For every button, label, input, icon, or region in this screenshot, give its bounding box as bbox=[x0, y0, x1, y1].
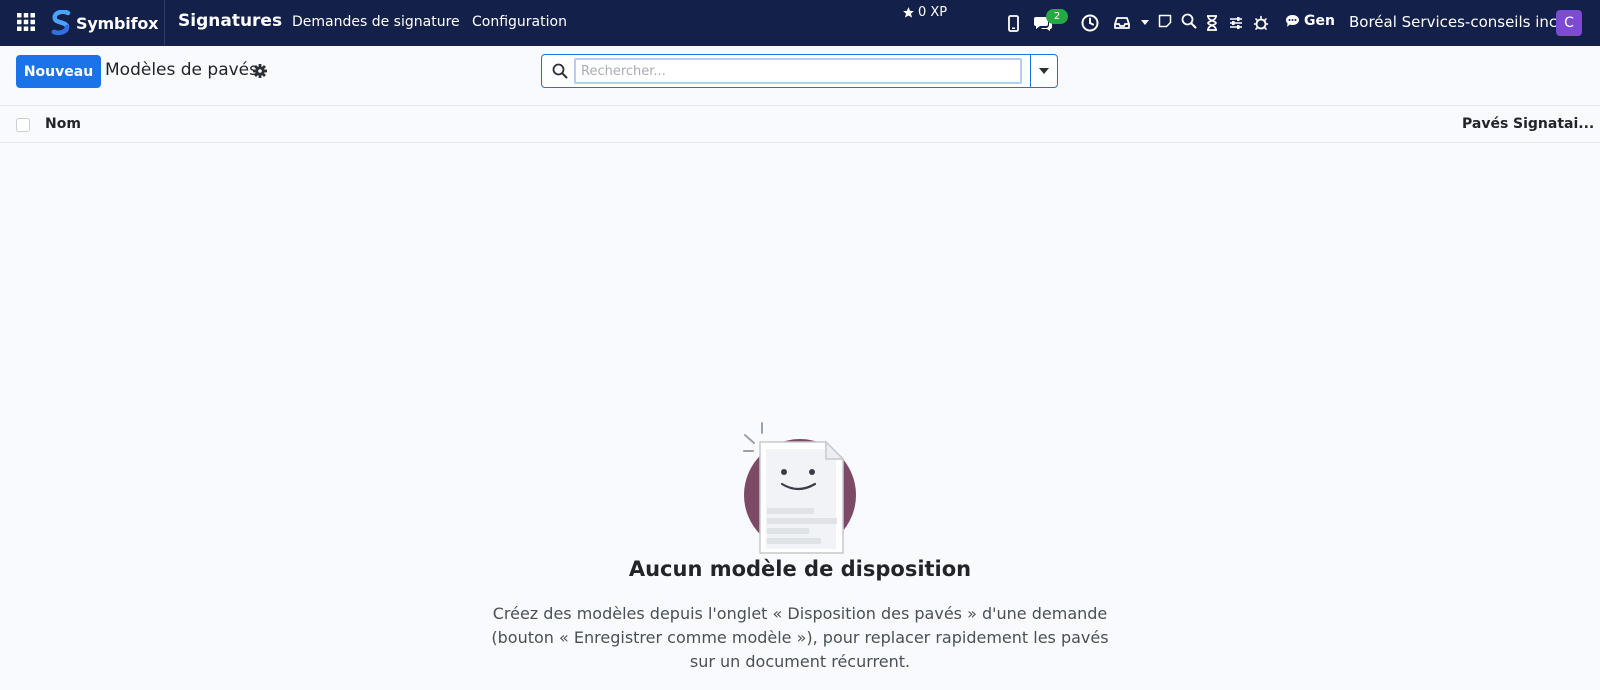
inbox-icon[interactable] bbox=[1113, 13, 1131, 33]
empty-state-text: Créez des modèles depuis l'onglet « Disp… bbox=[491, 604, 1109, 671]
star-icon bbox=[903, 7, 914, 18]
xp-indicator[interactable]: 0 XP bbox=[902, 5, 947, 20]
gear-icon[interactable] bbox=[252, 63, 268, 79]
caret-down-icon[interactable] bbox=[1140, 13, 1150, 31]
caret-down-icon bbox=[1039, 68, 1049, 74]
list-header: Nom Pavés Signatai... bbox=[0, 105, 1600, 143]
top-navbar: Symbifox Signatures Demandes de signatur… bbox=[0, 0, 1600, 46]
empty-document-illustration bbox=[740, 415, 860, 555]
messages-badge: 2 bbox=[1046, 9, 1068, 24]
new-button[interactable]: Nouveau bbox=[16, 55, 101, 88]
xp-label: 0 XP bbox=[918, 5, 948, 20]
gen-label: Gen bbox=[1304, 13, 1335, 29]
column-header-paves[interactable]: Pavés bbox=[1462, 116, 1508, 132]
hourglass-icon[interactable] bbox=[1205, 13, 1219, 33]
page-title: Modèles de pavés bbox=[105, 60, 258, 80]
empty-state-title: Aucun modèle de disposition bbox=[628, 557, 972, 581]
mobile-icon[interactable] bbox=[1006, 13, 1020, 33]
clock-icon[interactable] bbox=[1080, 13, 1100, 33]
search-icon bbox=[552, 63, 568, 79]
app-title[interactable]: Signatures bbox=[178, 11, 282, 31]
navbar-divider bbox=[164, 0, 165, 46]
comment-icon bbox=[1286, 15, 1299, 27]
company-switcher[interactable]: Boréal Services-conseils inc. bbox=[1349, 13, 1562, 31]
select-all-checkbox[interactable] bbox=[16, 118, 30, 132]
search-options-toggle[interactable] bbox=[1031, 55, 1057, 87]
apps-grid-icon[interactable] bbox=[17, 13, 35, 31]
sliders-icon[interactable] bbox=[1228, 13, 1244, 33]
column-header-signataires[interactable]: Signatai... bbox=[1513, 116, 1594, 132]
search-icon[interactable] bbox=[1180, 11, 1198, 31]
menu-demandes-de-signature[interactable]: Demandes de signature bbox=[292, 14, 460, 30]
brand-name: Symbifox bbox=[76, 13, 159, 33]
brand-logo-icon bbox=[50, 9, 72, 36]
search-bar bbox=[541, 54, 1058, 88]
bug-icon[interactable] bbox=[1252, 13, 1270, 33]
gen-button[interactable]: Gen bbox=[1285, 13, 1335, 29]
search-input[interactable] bbox=[574, 58, 1022, 84]
brand-link[interactable]: Symbifox bbox=[50, 9, 158, 37]
column-header-nom[interactable]: Nom bbox=[45, 116, 81, 132]
note-icon[interactable] bbox=[1157, 12, 1173, 30]
menu-configuration[interactable]: Configuration bbox=[472, 14, 567, 30]
user-avatar[interactable]: C bbox=[1556, 10, 1582, 36]
